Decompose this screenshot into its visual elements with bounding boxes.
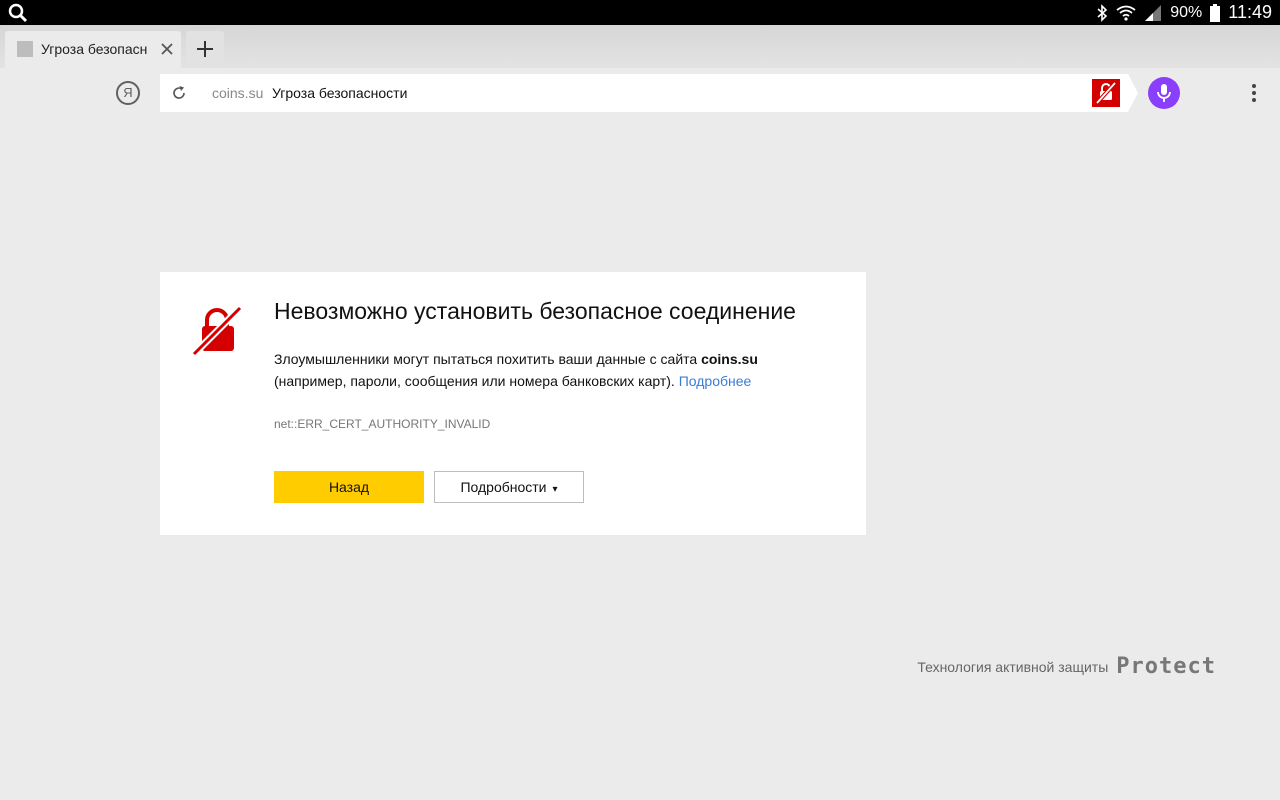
battery-percent: 90% (1170, 3, 1203, 21)
tab-strip: Угроза безопасн (0, 25, 1280, 68)
wifi-icon (1116, 5, 1136, 21)
error-code: net::ERR_CERT_AUTHORITY_INVALID (274, 417, 491, 431)
menu-dots-icon[interactable] (1246, 82, 1262, 104)
new-tab-button[interactable] (186, 31, 224, 68)
url-page-title: Угроза безопасности (272, 85, 408, 101)
url-domain: coins.su (212, 85, 264, 101)
security-warning-card: Невозможно установить безопасное соедине… (160, 272, 866, 535)
alice-voice-button[interactable] (1148, 77, 1180, 109)
site-name: coins.su (701, 351, 758, 367)
toolbar: Я coins.su Угроза безопасности (0, 68, 1280, 118)
broken-lock-icon (192, 304, 242, 356)
tab-title: Угроза безопасн (41, 41, 148, 57)
status-bar: 90% 11:49 (0, 0, 1280, 25)
close-icon[interactable] (160, 42, 174, 56)
chevron-down-icon: ▾ (552, 484, 558, 495)
clock: 11:49 (1228, 2, 1272, 22)
protect-footer: Технология активной защиты Protect (917, 654, 1216, 679)
details-label: Подробности (460, 479, 547, 495)
protect-warning-icon[interactable] (1092, 79, 1120, 107)
desc-text-2: (например, пароли, сообщения или номера … (274, 373, 679, 389)
desc-text-1: Злоумышленники могут пытаться похитить в… (274, 351, 702, 367)
tab-active[interactable]: Угроза безопасн (5, 31, 181, 68)
back-button[interactable]: Назад (274, 471, 424, 503)
favicon-icon (17, 41, 33, 57)
learn-more-link[interactable]: Подробнее (679, 373, 752, 389)
details-button[interactable]: Подробности ▾ (434, 471, 584, 503)
bluetooth-icon (1097, 3, 1108, 22)
footer-text: Технология активной защиты (917, 658, 1109, 675)
address-bar[interactable]: coins.su Угроза безопасности (160, 74, 1128, 112)
reload-icon[interactable] (170, 84, 188, 102)
address-bar-arrow (1128, 74, 1138, 112)
search-icon[interactable] (8, 3, 28, 23)
yandex-icon[interactable]: Я (116, 81, 140, 105)
protect-logo: Protect (1116, 654, 1216, 679)
error-description: Злоумышленники могут пытаться похитить в… (274, 348, 834, 392)
plus-icon (197, 41, 213, 57)
signal-icon (1145, 4, 1162, 21)
microphone-icon (1157, 84, 1171, 102)
battery-icon (1210, 3, 1221, 22)
page-title: Невозможно установить безопасное соедине… (274, 298, 796, 324)
